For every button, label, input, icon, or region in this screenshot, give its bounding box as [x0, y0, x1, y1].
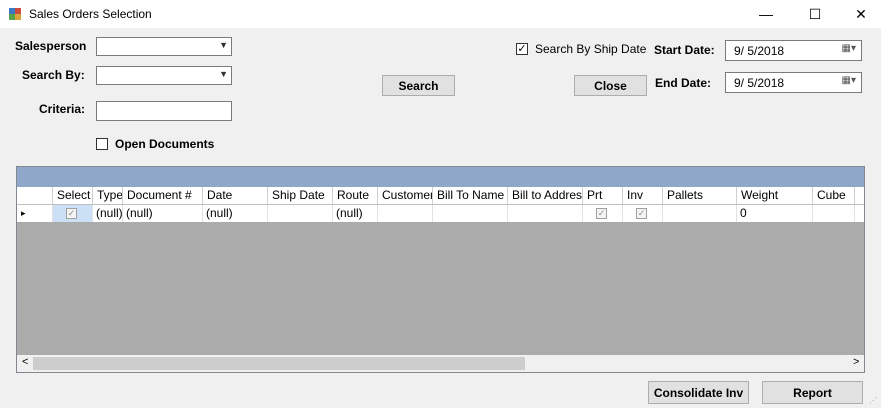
- pallets-cell: [663, 205, 737, 222]
- minimize-button[interactable]: —: [743, 0, 789, 28]
- column-header-bill-to-name[interactable]: Bill To Name: [433, 187, 508, 204]
- row-indicator-icon: ▸: [17, 205, 53, 222]
- maximize-button[interactable]: ☐: [792, 0, 838, 28]
- type-cell: (null): [93, 205, 123, 222]
- column-header-route[interactable]: Route: [333, 187, 378, 204]
- chevron-down-icon: ▼: [219, 40, 228, 50]
- column-header-pallets[interactable]: Pallets: [663, 187, 737, 204]
- ship-date-cell: [268, 205, 333, 222]
- search-by-ship-date-checkbox[interactable]: ✓: [516, 43, 528, 55]
- minimize-icon: —: [759, 6, 773, 22]
- criteria-label: Criteria:: [39, 102, 86, 116]
- scroll-right-icon[interactable]: >: [853, 356, 859, 368]
- bill-to-address-cell: [508, 205, 583, 222]
- scrollbar-thumb[interactable]: [33, 357, 525, 370]
- date-cell: (null): [203, 205, 268, 222]
- report-button[interactable]: Report: [762, 381, 863, 404]
- route-cell: (null): [333, 205, 378, 222]
- column-header-select[interactable]: Select: [53, 187, 93, 204]
- search-by-label: Search By:: [22, 68, 85, 82]
- prt-cell[interactable]: ✓: [583, 205, 623, 222]
- cube-cell: [813, 205, 855, 222]
- column-header-type[interactable]: Type: [93, 187, 123, 204]
- search-by-ship-date-label: Search By Ship Date: [535, 42, 647, 56]
- criteria-input[interactable]: [96, 101, 232, 121]
- calendar-icon[interactable]: ▦▾: [842, 43, 856, 54]
- inv-checkbox[interactable]: ✓: [636, 208, 647, 219]
- row-header-corner: [17, 187, 53, 204]
- weight-cell: 0: [737, 205, 813, 222]
- column-header-weight[interactable]: Weight: [737, 187, 813, 204]
- column-header-document[interactable]: Document #: [123, 187, 203, 204]
- salesperson-combo[interactable]: ▼: [96, 37, 232, 56]
- select-checkbox[interactable]: ✓: [66, 208, 77, 219]
- window-title: Sales Orders Selection: [29, 7, 152, 21]
- column-header-prt[interactable]: Prt: [583, 187, 623, 204]
- checkmark-icon: ✓: [517, 42, 527, 55]
- table-row[interactable]: ▸ ✓ (null) (null) (null) (null) ✓ ✓ 0: [17, 205, 864, 222]
- app-icon: [8, 7, 22, 21]
- open-documents-checkbox[interactable]: [96, 138, 108, 150]
- chevron-down-icon: ▼: [219, 69, 228, 79]
- inv-cell[interactable]: ✓: [623, 205, 663, 222]
- calendar-icon[interactable]: ▦▾: [842, 75, 856, 86]
- document-cell: (null): [123, 205, 203, 222]
- column-header-customer[interactable]: Customer: [378, 187, 433, 204]
- grid-group-banner: [17, 167, 864, 187]
- bill-to-name-cell: [433, 205, 508, 222]
- salesperson-label: Salesperson: [15, 39, 87, 53]
- grid-header: Select Type Document # Date Ship Date Ro…: [17, 187, 864, 205]
- end-date-picker[interactable]: 9/ 5/2018 ▦▾: [725, 72, 862, 93]
- close-window-button[interactable]: ✕: [838, 0, 881, 28]
- close-icon: ✕: [855, 5, 867, 22]
- sales-orders-grid[interactable]: Select Type Document # Date Ship Date Ro…: [16, 166, 865, 373]
- horizontal-scrollbar[interactable]: < >: [17, 355, 864, 372]
- column-header-ship-date[interactable]: Ship Date: [268, 187, 333, 204]
- column-header-inv[interactable]: Inv: [623, 187, 663, 204]
- start-date-label: Start Date:: [654, 43, 715, 57]
- end-date-label: End Date:: [655, 76, 712, 90]
- scroll-left-icon[interactable]: <: [22, 356, 28, 368]
- start-date-value: 9/ 5/2018: [734, 44, 785, 58]
- title-bar: Sales Orders Selection — ☐ ✕: [0, 0, 881, 28]
- close-button[interactable]: Close: [574, 75, 647, 96]
- search-by-combo[interactable]: ▼: [96, 66, 232, 85]
- column-header-cube[interactable]: Cube: [813, 187, 855, 204]
- prt-checkbox[interactable]: ✓: [596, 208, 607, 219]
- select-cell[interactable]: ✓: [53, 205, 93, 222]
- consolidate-inv-button[interactable]: Consolidate Inv: [648, 381, 749, 404]
- column-header-bill-to-address[interactable]: Bill to Addres: [508, 187, 583, 204]
- column-header-date[interactable]: Date: [203, 187, 268, 204]
- end-date-value: 9/ 5/2018: [734, 76, 785, 90]
- resize-grip-icon[interactable]: ⋰: [869, 396, 877, 405]
- search-button[interactable]: Search: [382, 75, 455, 96]
- open-documents-label: Open Documents: [115, 137, 215, 151]
- start-date-picker[interactable]: 9/ 5/2018 ▦▾: [725, 40, 862, 61]
- customer-cell: [378, 205, 433, 222]
- maximize-icon: ☐: [808, 5, 822, 22]
